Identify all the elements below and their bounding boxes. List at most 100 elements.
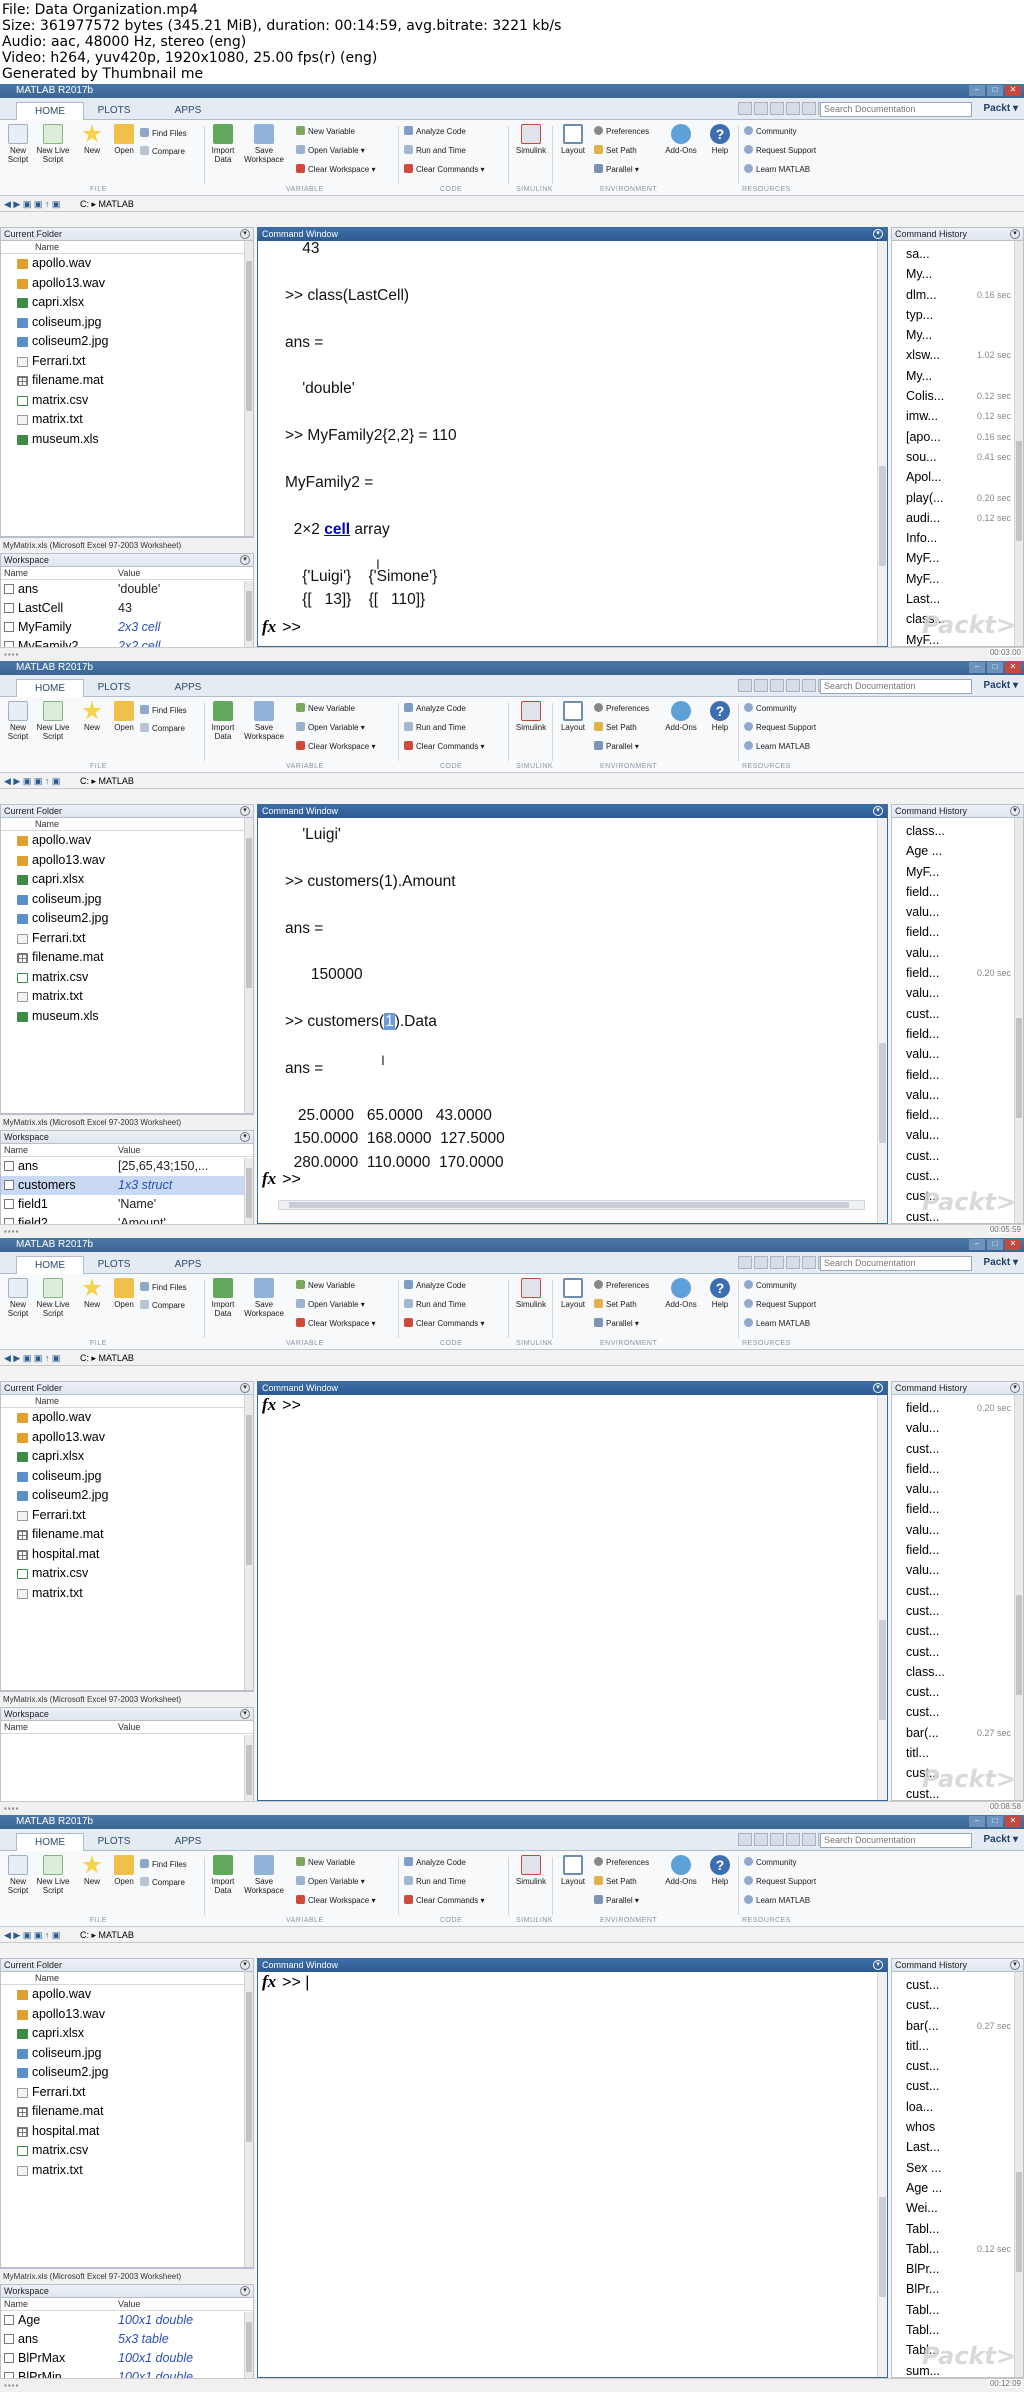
- current-path[interactable]: C: ▸ MATLAB: [80, 196, 134, 212]
- scroll-thumb[interactable]: [879, 1620, 886, 1720]
- history-scrollbar[interactable]: [1014, 241, 1023, 646]
- undo-icon[interactable]: [802, 102, 816, 115]
- new-script-button[interactable]: New Script: [4, 1278, 32, 1318]
- scroll-thumb[interactable]: [246, 838, 252, 988]
- history-item[interactable]: cust...: [892, 1995, 1023, 2015]
- history-item[interactable]: cust...: [892, 1601, 1023, 1621]
- new-button[interactable]: New: [80, 701, 104, 732]
- close-button[interactable]: ✕: [1005, 1816, 1021, 1827]
- help-button[interactable]: ? Help: [706, 1855, 734, 1886]
- history-item[interactable]: Wei...: [892, 2198, 1023, 2218]
- open-button[interactable]: Open: [112, 1278, 136, 1309]
- history-item[interactable]: Tabl...: [892, 2320, 1023, 2340]
- file-item[interactable]: coliseum2.jpg: [7, 2063, 253, 2083]
- file-item[interactable]: matrix.txt: [7, 1584, 253, 1604]
- history-item[interactable]: cust...: [892, 1166, 1023, 1186]
- panel-menu-icon[interactable]: ▾: [1010, 1383, 1020, 1393]
- undo-icon[interactable]: [802, 679, 816, 692]
- community-link[interactable]: Community: [744, 1857, 796, 1868]
- panel-menu-icon[interactable]: ▾: [1010, 229, 1020, 239]
- history-item[interactable]: sa...: [892, 244, 1023, 264]
- command-scrollbar[interactable]: [877, 1395, 887, 1800]
- workspace-variable[interactable]: Age 100x1 double: [1, 2311, 253, 2330]
- scroll-thumb[interactable]: [1016, 441, 1022, 541]
- clear-commands-button[interactable]: Clear Commands ▾: [404, 741, 485, 752]
- find-files-button[interactable]: Find Files: [140, 1859, 187, 1870]
- panel-menu-icon[interactable]: ▾: [240, 1709, 250, 1719]
- community-link[interactable]: Community: [744, 126, 796, 137]
- new-live-script-button[interactable]: New Live Script: [36, 124, 70, 164]
- history-item[interactable]: cust...: [892, 1702, 1023, 1722]
- folder-scrollbar[interactable]: [244, 1972, 253, 2267]
- command-prompt[interactable]: fx >>: [262, 1169, 301, 1190]
- file-item[interactable]: capri.xlsx: [7, 1447, 253, 1467]
- add-ons-button[interactable]: Add-Ons: [664, 124, 698, 155]
- history-item[interactable]: valu...: [892, 943, 1023, 963]
- analyze-code-button[interactable]: Analyze Code: [404, 126, 466, 137]
- preferences-button[interactable]: Preferences: [594, 703, 649, 714]
- current-path[interactable]: C: ▸ MATLAB: [80, 1350, 134, 1366]
- file-item[interactable]: filename.mat: [7, 1525, 253, 1545]
- command-prompt[interactable]: fx >>: [262, 617, 301, 638]
- history-item[interactable]: bar(... 0.27 sec: [892, 2016, 1023, 2036]
- tab-home[interactable]: HOME: [16, 679, 84, 697]
- import-data-button[interactable]: Import Data: [208, 701, 238, 741]
- open-variable-button[interactable]: Open Variable ▾: [296, 1876, 365, 1887]
- cut-icon[interactable]: [754, 1833, 768, 1846]
- panel-menu-icon[interactable]: ▾: [873, 1960, 883, 1970]
- workspace-variable[interactable]: customers 1x3 struct: [1, 1176, 253, 1195]
- history-item[interactable]: cust...: [892, 1975, 1023, 1995]
- history-item[interactable]: valu...: [892, 1479, 1023, 1499]
- clear-workspace-button[interactable]: Clear Workspace ▾: [296, 1318, 375, 1329]
- undo-icon[interactable]: [802, 1256, 816, 1269]
- tab-plots[interactable]: PLOTS: [80, 1833, 148, 1851]
- history-item[interactable]: typ...: [892, 305, 1023, 325]
- history-item[interactable]: audi... 0.12 sec: [892, 508, 1023, 528]
- run-and-time-button[interactable]: Run and Time: [404, 722, 466, 733]
- simulink-button[interactable]: Simulink: [514, 1855, 548, 1886]
- workspace-variable[interactable]: field1 'Name': [1, 1195, 253, 1214]
- save-workspace-button[interactable]: Save Workspace: [242, 1278, 286, 1318]
- request-support-link[interactable]: Request Support: [744, 1876, 816, 1887]
- workspace-column-header[interactable]: Name Value: [1, 1721, 253, 1734]
- workspace-variable[interactable]: MyFamily 2x3 cell: [1, 618, 253, 637]
- history-item[interactable]: field...: [892, 1540, 1023, 1560]
- tab-plots[interactable]: PLOTS: [80, 1256, 148, 1274]
- file-item[interactable]: apollo13.wav: [7, 2005, 253, 2025]
- file-item[interactable]: coliseum.jpg: [7, 890, 253, 910]
- history-item[interactable]: Sex ...: [892, 2158, 1023, 2178]
- tab-apps[interactable]: APPS: [154, 1833, 222, 1851]
- scroll-thumb[interactable]: [1016, 1018, 1022, 1118]
- preferences-button[interactable]: Preferences: [594, 1280, 649, 1291]
- request-support-link[interactable]: Request Support: [744, 1299, 816, 1310]
- file-item[interactable]: matrix.txt: [7, 410, 253, 430]
- history-item[interactable]: MyF...: [892, 548, 1023, 568]
- scroll-thumb[interactable]: [1016, 2172, 1022, 2272]
- save-icon[interactable]: [738, 1833, 752, 1846]
- history-item[interactable]: Tabl... 0.12 sec: [892, 2239, 1023, 2259]
- tab-apps[interactable]: APPS: [154, 102, 222, 120]
- current-path[interactable]: C: ▸ MATLAB: [80, 773, 134, 789]
- file-item[interactable]: Ferrari.txt: [7, 929, 253, 949]
- open-variable-button[interactable]: Open Variable ▾: [296, 722, 365, 733]
- file-item[interactable]: apollo13.wav: [7, 851, 253, 871]
- preferences-button[interactable]: Preferences: [594, 126, 649, 137]
- file-item[interactable]: Ferrari.txt: [7, 352, 253, 372]
- file-item[interactable]: coliseum2.jpg: [7, 332, 253, 352]
- file-item[interactable]: capri.xlsx: [7, 293, 253, 313]
- file-item[interactable]: matrix.txt: [7, 987, 253, 1007]
- file-item[interactable]: coliseum2.jpg: [7, 1486, 253, 1506]
- file-item[interactable]: matrix.csv: [7, 2141, 253, 2161]
- file-item[interactable]: apollo.wav: [7, 831, 253, 851]
- history-item[interactable]: My...: [892, 366, 1023, 386]
- nav-arrows[interactable]: ◀ ▶ ▣ ▣ ↑ ▣: [4, 196, 60, 212]
- open-variable-button[interactable]: Open Variable ▾: [296, 145, 365, 156]
- learn-matlab-link[interactable]: Learn MATLAB: [744, 1318, 810, 1329]
- command-window[interactable]: Command Window ▾ fx >> |: [257, 1958, 888, 2378]
- tab-plots[interactable]: PLOTS: [80, 102, 148, 120]
- current-path[interactable]: C: ▸ MATLAB: [80, 1927, 134, 1943]
- undo-icon[interactable]: [802, 1833, 816, 1846]
- parallel-button[interactable]: Parallel ▾: [594, 1318, 639, 1329]
- workspace-variable[interactable]: BlPrMax 100x1 double: [1, 2349, 253, 2368]
- panel-menu-icon[interactable]: ▾: [873, 1383, 883, 1393]
